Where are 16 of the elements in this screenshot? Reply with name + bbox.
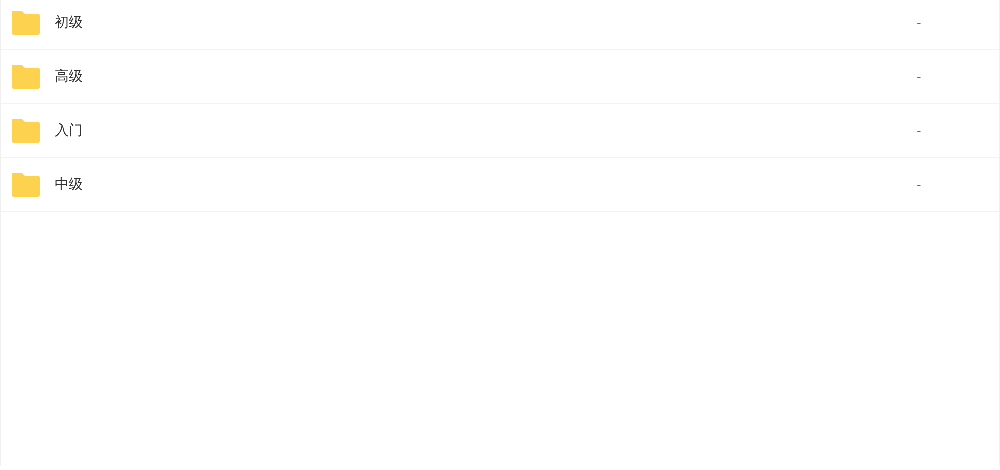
folder-icon <box>11 172 41 198</box>
folder-row[interactable]: 入门 - <box>1 104 999 158</box>
folder-row[interactable]: 初级 - <box>1 0 999 50</box>
file-size: - <box>917 178 922 192</box>
folder-name: 高级 <box>55 68 84 86</box>
folder-name: 入门 <box>55 122 84 140</box>
folder-icon <box>11 118 41 144</box>
file-size: - <box>917 70 922 84</box>
file-size: - <box>917 124 922 138</box>
folder-name: 中级 <box>55 176 84 194</box>
folder-icon <box>11 10 41 36</box>
folder-name: 初级 <box>55 14 84 32</box>
folder-icon <box>11 64 41 90</box>
folder-row[interactable]: 高级 - <box>1 50 999 104</box>
folder-row[interactable]: 中级 - <box>1 158 999 212</box>
file-size: - <box>917 16 922 30</box>
